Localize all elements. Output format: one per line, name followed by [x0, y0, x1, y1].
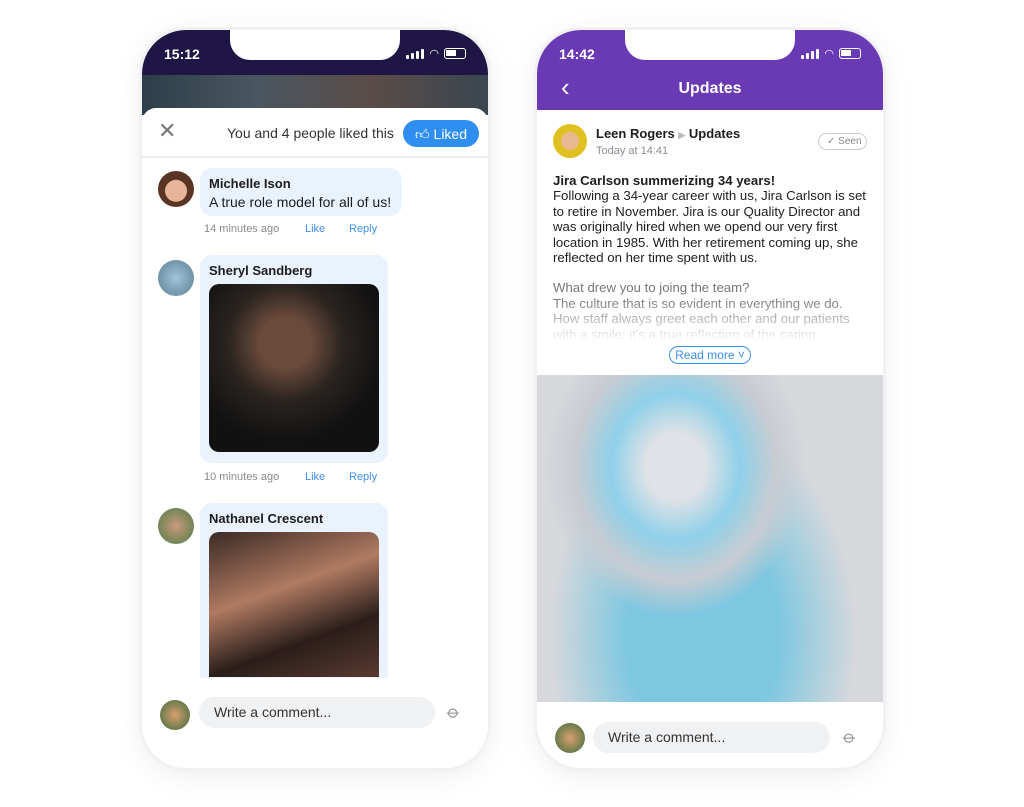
seen-badge: ✓ Seen	[818, 133, 867, 150]
comment-input[interactable]: Write a comment...	[199, 697, 435, 728]
attachment-icon[interactable]: ⌀	[838, 726, 861, 749]
comment-time: 14 minutes ago	[204, 223, 280, 235]
read-more-label: Read more	[675, 348, 735, 362]
comment-bubble: Nathanel Crescent	[200, 503, 388, 683]
post-answer: The culture that is so evident in everyt…	[553, 295, 850, 342]
battery-icon	[444, 48, 466, 59]
phone-post: 14:42 ◠ ‹ Updates Leen Rogers ▶ Updates …	[537, 30, 883, 768]
post-photo[interactable]	[537, 375, 883, 702]
post-author[interactable]: Leen Rogers	[596, 126, 675, 141]
status-icons: ◠	[406, 47, 466, 60]
header-title: Updates	[678, 80, 742, 97]
reply-link[interactable]: Reply	[349, 471, 377, 483]
post-body: Jira Carlson summerizing 34 years! Follo…	[553, 173, 871, 342]
liked-button[interactable]: 👍︎ Liked	[403, 120, 479, 147]
comment-bubble: Sheryl Sandberg	[200, 255, 388, 463]
avatar[interactable]	[158, 508, 194, 544]
seen-label: Seen	[838, 136, 862, 147]
my-avatar	[555, 723, 585, 753]
comment-input[interactable]: Write a comment...	[593, 722, 830, 753]
status-time: 15:12	[164, 46, 200, 62]
read-more-button[interactable]: Read more ˅	[669, 346, 751, 364]
chevron-down-icon: ˅	[737, 348, 745, 362]
like-link[interactable]: Like	[305, 223, 325, 235]
gif-image[interactable]	[209, 284, 379, 452]
post-author-line: Leen Rogers ▶ Updates	[596, 126, 740, 141]
status-time: 14:42	[559, 46, 595, 62]
post-channel[interactable]: Updates	[689, 126, 740, 141]
arrow-right-icon: ▶	[678, 130, 686, 140]
signal-icon	[801, 48, 820, 59]
comment-author: Nathanel Crescent	[209, 511, 324, 526]
signal-icon	[406, 48, 425, 59]
wifi-icon: ◠	[824, 48, 834, 60]
divider	[142, 156, 488, 158]
post-question: What drew you to joing the team?	[553, 280, 750, 296]
comment-author: Michelle Ison	[209, 176, 291, 191]
battery-icon	[839, 48, 861, 59]
post-text: Following a 34-year career with us, Jira…	[553, 188, 866, 266]
my-avatar	[160, 700, 190, 730]
wifi-icon: ◠	[429, 48, 439, 60]
reply-link[interactable]: Reply	[349, 223, 377, 235]
check-icon: ✓	[827, 136, 836, 147]
post-timestamp: Today at 14:41	[596, 145, 669, 157]
comment-author: Sheryl Sandberg	[209, 263, 313, 278]
liked-label: Liked	[433, 126, 467, 142]
likes-summary: You and 4 people liked this	[227, 125, 394, 141]
author-avatar[interactable]	[553, 124, 587, 158]
status-icons: ◠	[801, 47, 861, 60]
comment-bubble: Michelle Ison A true role model for all …	[200, 168, 402, 216]
comment-time: 10 minutes ago	[204, 471, 280, 483]
like-link[interactable]: Like	[305, 471, 325, 483]
post-title: Jira Carlson summerizing 34 years!	[553, 173, 776, 188]
avatar[interactable]	[158, 260, 194, 296]
avatar[interactable]	[158, 171, 194, 207]
phone-comments: 15:12 ◠ ✕ You and 4 people liked this 👍︎…	[142, 30, 488, 768]
thumbs-up-icon: 👍︎	[415, 126, 430, 142]
close-icon[interactable]: ✕	[158, 120, 176, 142]
comment-text: A true role model for all of us!	[209, 194, 392, 210]
gif-image[interactable]	[209, 532, 379, 677]
